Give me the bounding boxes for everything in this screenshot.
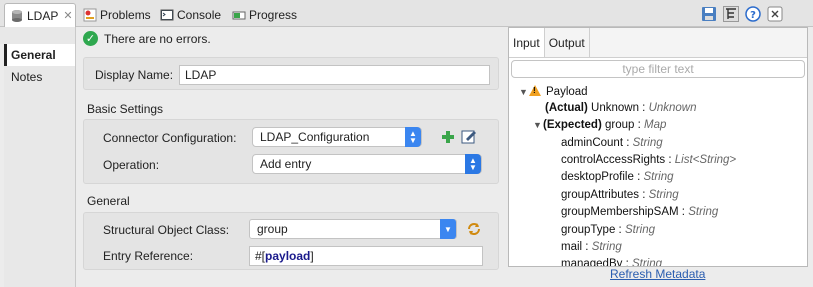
tab-label: Progress [249,7,298,22]
svg-text:?: ? [750,10,756,21]
tab-ldap[interactable]: LDAP ✕ [4,3,76,27]
tree-item-field[interactable]: managedBy : String [561,258,662,266]
tab-label: Console [177,7,222,22]
filter-input[interactable]: type filter text [511,60,805,78]
entry-ref-label: Entry Reference: [103,249,194,263]
problems-icon [83,8,97,22]
tree-item-field[interactable]: adminCount : String [561,137,663,149]
chevron-updown-icon: ▲ ▼ [465,154,481,174]
operation-select[interactable]: Add entry ▲ ▼ [252,154,482,174]
tree-item-field[interactable]: groupAttributes : String [561,189,679,201]
connector-config-select[interactable]: LDAP_Configuration ▲ ▼ [252,127,422,147]
refresh-metadata-link[interactable]: Refresh Metadata [610,267,705,281]
tab-progress[interactable]: Progress [232,3,297,26]
operation-label: Operation: [103,158,160,172]
basic-settings-group: Connector Configuration: LDAP_Configurat… [83,119,499,184]
tree-item-field[interactable]: desktopProfile : String [561,171,674,183]
close-icon[interactable]: ✕ [63,9,72,22]
expr-suffix: ] [310,249,314,263]
tree-item-field[interactable]: groupType : String [561,224,655,236]
nav-item-notes[interactable]: Notes [4,66,75,88]
edit-icon[interactable] [461,128,477,144]
check-icon: ✓ [83,31,98,46]
tab-label: LDAP [27,8,59,23]
tree-item-field[interactable]: groupMembershipSAM : String [561,206,718,218]
object-class-value: group [257,222,288,236]
tab-console[interactable]: Console [160,3,221,26]
refresh-icon[interactable] [466,221,482,237]
properties-form: ✓ There are no errors. Display Name: LDA… [77,28,503,287]
object-class-combo[interactable]: group ▼ [249,219,457,239]
metadata-panel: Input Output type filter text ▼Payload (… [508,27,808,267]
connector-config-label: Connector Configuration: [103,131,237,145]
close-view-icon[interactable] [767,6,783,22]
status-text: There are no errors. [104,31,211,46]
tab-input[interactable]: Input [509,28,545,57]
entry-ref-field[interactable]: #[payload] [249,246,483,266]
expr-prefix: #[ [255,249,266,263]
tab-problems[interactable]: Problems [83,3,151,26]
display-name-label: Display Name: [95,68,174,82]
operation-value: Add entry [260,157,312,171]
triangle-down-icon[interactable]: ▼ [533,120,543,130]
tree-item-payload[interactable]: ▼Payload [519,85,588,98]
chevron-down-icon: ▼ [440,219,456,239]
basic-settings-title: Basic Settings [87,102,164,116]
chevron-updown-icon: ▲ ▼ [405,127,421,147]
expr-keyword: payload [265,249,311,263]
tab-output[interactable]: Output [545,28,590,57]
tree-item-field[interactable]: controlAccessRights : List<String> [561,154,736,166]
console-icon [160,8,174,22]
display-name-group: Display Name: LDAP [83,57,499,90]
progress-icon [232,8,246,22]
add-icon[interactable] [440,129,456,145]
nav-item-general[interactable]: General [4,44,75,66]
display-name-field[interactable]: LDAP [179,65,490,85]
metadata-tabs: Input Output [509,28,807,58]
save-icon[interactable] [701,6,717,22]
tree-item-actual[interactable]: (Actual) Unknown : Unknown [545,102,697,114]
tree-item-expected[interactable]: ▼(Expected) group : Map [533,119,666,131]
view-toolbar: ? [695,4,783,24]
section-nav: General Notes [4,44,76,287]
tree-item-field[interactable]: mail : String [561,241,622,253]
tab-label: Problems [100,7,151,22]
connector-config-value: LDAP_Configuration [260,130,370,144]
help-icon[interactable]: ? [745,6,761,22]
object-class-label: Structural Object Class: [103,223,230,237]
validation-status: ✓ There are no errors. [83,31,211,46]
general-title: General [87,194,130,208]
metadata-tree: ▼Payload (Actual) Unknown : Unknown ▼(Ex… [509,83,807,266]
triangle-down-icon[interactable]: ▼ [519,87,529,97]
warning-icon [529,85,541,96]
outline-icon[interactable] [723,6,739,22]
general-group: Structural Object Class: group ▼ Entry R… [83,212,499,270]
editor-tab-bar: LDAP ✕ Problems Console Progress ? [0,0,813,27]
nav-spacer [0,27,76,44]
database-icon [10,9,24,23]
